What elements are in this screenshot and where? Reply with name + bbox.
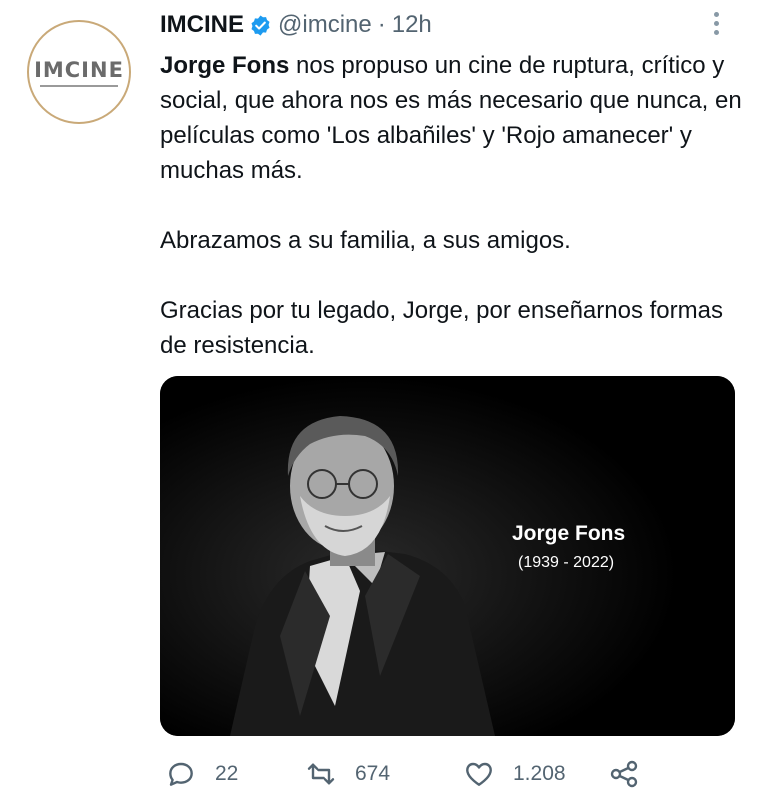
avatar-logo-underline [40, 84, 118, 87]
tweet-photo[interactable]: Jorge Fons (1939 - 2022) [160, 376, 735, 736]
header-separator: · [377, 11, 386, 38]
account-handle[interactable]: @imcine [278, 11, 372, 39]
photo-caption-name: Jorge Fons [512, 522, 626, 545]
account-name[interactable]: IMCINE [160, 11, 244, 39]
tweet-text-bold[interactable]: Jorge Fons [160, 52, 289, 79]
share-icon [610, 760, 638, 788]
reply-icon [169, 762, 193, 786]
account-avatar[interactable]: IMCINE [27, 20, 131, 124]
like-button[interactable]: 1.208 [463, 758, 566, 790]
share-button[interactable] [608, 758, 640, 790]
retweet-icon [307, 763, 335, 785]
portrait-photo-illustration [160, 376, 735, 736]
reply-count: 22 [215, 762, 239, 785]
avatar-logo-text: IMCINE [34, 57, 124, 82]
verified-badge-icon [249, 14, 272, 37]
like-count: 1.208 [513, 762, 566, 785]
retweet-button[interactable]: 674 [305, 758, 390, 790]
tweet-timestamp[interactable]: 12h [392, 11, 432, 39]
more-options-icon[interactable] [706, 12, 726, 40]
tweet-text: Jorge Fons nos propuso un cine de ruptur… [160, 48, 745, 363]
photo-caption-dates: (1939 - 2022) [518, 554, 615, 571]
reply-button[interactable]: 22 [165, 758, 238, 790]
heart-icon [466, 762, 492, 786]
tweet-actions-bar: 22 674 1.208 [160, 758, 660, 798]
tweet-header: IMCINE @imcine · 12h [160, 8, 432, 42]
retweet-count: 674 [355, 762, 391, 785]
tweet-text-body: nos propuso un cine de ruptura, crítico … [160, 52, 742, 359]
